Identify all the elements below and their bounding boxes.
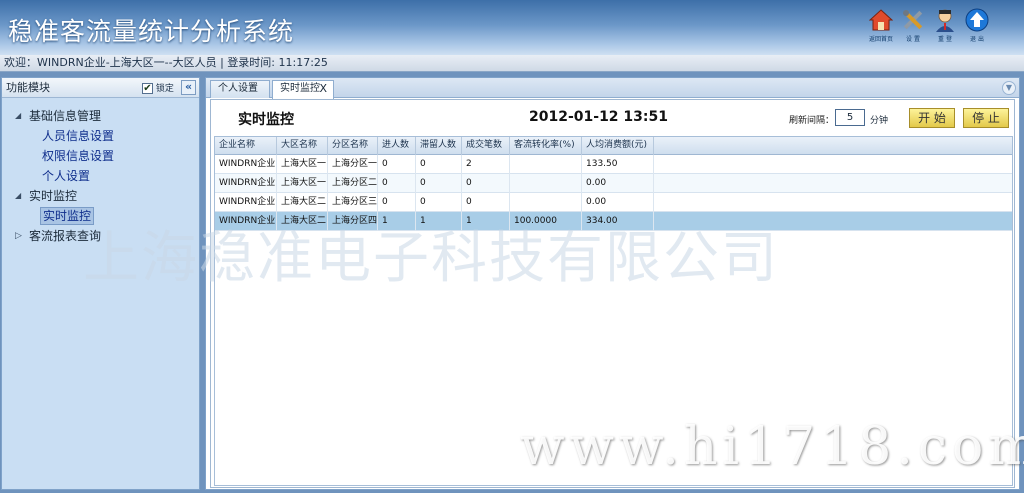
column-header[interactable]: 大区名称 [277, 137, 328, 155]
lock-checkbox[interactable]: ✔ [142, 83, 153, 94]
column-header[interactable]: 分区名称 [328, 137, 378, 155]
lock-label: 锁定 [155, 84, 174, 94]
stop-button[interactable]: 停 止 [963, 108, 1009, 128]
settings-label: 设 置 [906, 36, 920, 43]
table-cell: 334.00 [582, 212, 654, 231]
table-cell: 0.00 [582, 174, 654, 193]
home-icon [868, 9, 894, 31]
current-datetime: 2012-01-12 13:51 [529, 109, 668, 125]
settings-button[interactable]: 设 置 [898, 8, 928, 48]
table-row[interactable]: WINDRN企业 上海大区一 上海分区一 0 0 2 133.50 [215, 155, 1012, 174]
table-cell: 0.00 [582, 193, 654, 212]
table-cell: 0 [378, 155, 416, 174]
sidebar-title: 功能模块 [6, 81, 50, 94]
tree-node-reports[interactable]: ▷ 客流报表查询 [2, 226, 199, 246]
exit-label: 退 出 [970, 36, 984, 43]
table-cell: 1 [416, 212, 462, 231]
table-cell: 133.50 [582, 155, 654, 174]
table-cell: 0 [416, 193, 462, 212]
table-cell [510, 155, 582, 174]
home-label: 返回首页 [868, 36, 893, 43]
table-cell: 0 [462, 193, 510, 212]
column-header[interactable]: 企业名称 [215, 137, 277, 155]
data-grid: 企业名称 大区名称 分区名称 进人数 滞留人数 成交笔数 客流转化率(%) 人均… [214, 136, 1013, 486]
tab-bar: 个人设置 实时监控 X ▼ [206, 78, 1019, 99]
exit-button[interactable]: 退 出 [962, 8, 992, 48]
home-button[interactable]: 返回首页 [866, 8, 896, 48]
column-header[interactable]: 人均消费额(元) [582, 137, 654, 155]
table-cell: 0 [378, 174, 416, 193]
refresh-unit: 分钟 [870, 116, 889, 126]
table-cell: 上海分区二 [328, 174, 378, 193]
main-panel: 个人设置 实时监控 X ▼ 实时监控 2012-01-12 13:51 刷新间隔… [205, 77, 1020, 490]
close-tab-icon[interactable]: X [319, 81, 327, 97]
tree-item-permissions[interactable]: 权限信息设置 [2, 146, 199, 166]
sidebar-header: 功能模块 ✔ 锁定 « [2, 78, 199, 98]
exit-icon [965, 8, 989, 32]
collapse-sidebar-button[interactable]: « [181, 80, 196, 95]
monitor-content: 实时监控 2012-01-12 13:51 刷新间隔： 5 分钟 开 始 停 止… [210, 99, 1015, 488]
refresh-label: 刷新间隔： [789, 116, 835, 126]
column-header[interactable]: 成交笔数 [462, 137, 510, 155]
table-cell: 1 [462, 212, 510, 231]
lock-toggle[interactable]: ✔ 锁定 [142, 80, 174, 99]
tree-node-monitor[interactable]: ◢ 实时监控 [2, 186, 199, 206]
table-cell: 0 [416, 155, 462, 174]
tree-item-personal[interactable]: 个人设置 [2, 166, 199, 186]
table-row-selected[interactable]: WINDRN企业 上海大区二 上海分区四 1 1 1 100.0000 334.… [215, 212, 1012, 231]
nav-tree: ◢ 基础信息管理 人员信息设置 权限信息设置 个人设置 ◢ 实时监控 实时监控 … [2, 98, 199, 246]
table-cell: 100.0000 [510, 212, 582, 231]
table-cell: 0 [378, 193, 416, 212]
table-cell: WINDRN企业 [215, 193, 277, 212]
table-cell: 上海大区一 [277, 155, 328, 174]
table-cell: WINDRN企业 [215, 174, 277, 193]
page-title: 实时监控 [238, 112, 294, 128]
app-header: 稳准客流量统计分析系统 返回首页 设 置 重 登 退 出 [0, 0, 1024, 55]
expanded-arrow-icon: ◢ [15, 111, 22, 120]
expanded-arrow-icon: ◢ [15, 191, 22, 200]
refresh-interval-input[interactable]: 5 [835, 109, 865, 126]
table-cell: 上海大区二 [277, 212, 328, 231]
column-header[interactable]: 客流转化率(%) [510, 137, 582, 155]
table-cell: 1 [378, 212, 416, 231]
table-cell: WINDRN企业 [215, 212, 277, 231]
start-button[interactable]: 开 始 [909, 108, 955, 128]
table-cell: 0 [462, 174, 510, 193]
grid-header: 企业名称 大区名称 分区名称 进人数 滞留人数 成交笔数 客流转化率(%) 人均… [215, 137, 1012, 155]
tools-icon [903, 10, 923, 30]
sidebar: 功能模块 ✔ 锁定 « ◢ 基础信息管理 人员信息设置 权限信息设置 个人设置 … [1, 77, 200, 490]
table-cell: 上海大区一 [277, 174, 328, 193]
table-cell [510, 193, 582, 212]
app-title: 稳准客流量统计分析系统 [8, 17, 295, 46]
table-cell: 上海分区一 [328, 155, 378, 174]
tree-item-personnel[interactable]: 人员信息设置 [2, 126, 199, 146]
table-cell: 上海大区二 [277, 193, 328, 212]
user-icon [936, 9, 954, 32]
table-row[interactable]: WINDRN企业 上海大区一 上海分区二 0 0 0 0.00 [215, 174, 1012, 193]
tab-realtime-monitor[interactable]: 实时监控 X [272, 80, 334, 99]
welcome-bar: 欢迎：WINDRN企业-上海大区一--大区人员 | 登录时间: 11:17:25 [0, 55, 1024, 72]
table-cell: 2 [462, 155, 510, 174]
table-row[interactable]: WINDRN企业 上海大区二 上海分区三 0 0 0 0.00 [215, 193, 1012, 212]
table-cell: 上海分区三 [328, 193, 378, 212]
tree-node-basic-info[interactable]: ◢ 基础信息管理 [2, 106, 199, 126]
tab-personal-settings[interactable]: 个人设置 [210, 80, 270, 98]
collapsed-arrow-icon: ▷ [15, 231, 22, 241]
tab-menu-icon[interactable]: ▼ [1002, 81, 1016, 95]
column-header[interactable]: 进人数 [378, 137, 416, 155]
column-header[interactable]: 滞留人数 [416, 137, 462, 155]
table-cell [510, 174, 582, 193]
table-cell: WINDRN企业 [219, 159, 276, 169]
relogin-label: 重 登 [938, 36, 952, 43]
table-cell: 0 [416, 174, 462, 193]
table-cell: 上海分区四 [328, 212, 378, 231]
tree-item-realtime-monitor[interactable]: 实时监控 [2, 206, 199, 226]
relogin-button[interactable]: 重 登 [930, 8, 960, 48]
